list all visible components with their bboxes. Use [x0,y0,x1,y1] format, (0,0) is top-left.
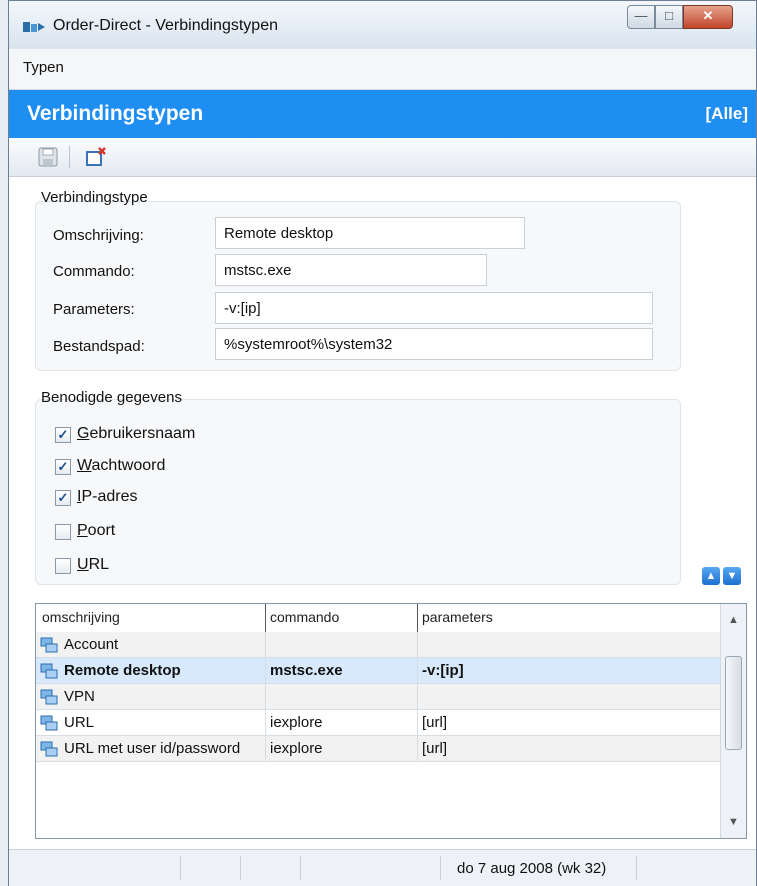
scroll-down-icon[interactable]: ▼ [728,816,739,828]
connection-icon [40,689,58,705]
checkbox-label: URL [77,556,110,573]
cell-parameters: -v:[ip] [422,662,464,679]
connection-icon [40,715,58,731]
toolbar-separator [69,146,70,168]
cell-separator [417,658,418,684]
app-icon [23,22,45,32]
chevron-down-icon[interactable]: ▼ [723,567,741,585]
checkbox-label: Wachtwoord [77,457,166,474]
column-header-parameters[interactable]: parameters [422,609,493,625]
status-pane-divider [439,856,441,880]
cell-separator [417,684,418,710]
new-icon[interactable] [85,146,107,168]
status-bar: do 7 aug 2008 (wk 32) [9,849,756,886]
cell-omschrijving: URL met user id/password [64,740,241,757]
menu-item-typen[interactable]: Typen [23,59,64,76]
cell-omschrijving: VPN [64,688,95,705]
cell-separator [417,736,418,762]
cell-commando: iexplore [270,714,323,731]
table-row[interactable]: URL met user id/password iexplore [url] [36,736,720,762]
cell-omschrijving: URL [64,714,95,731]
connection-icon [40,637,58,653]
close-button[interactable]: ✕ [683,5,733,29]
table-row[interactable]: VPN [36,684,720,710]
status-pane-divider [179,856,181,880]
cell-omschrijving: Account [64,636,119,653]
status-pane-divider [239,856,241,880]
window-title: Order-Direct - Verbindingstypen [53,17,278,34]
filter-label[interactable]: [Alle] [706,104,749,124]
checkbox-box[interactable] [55,558,71,574]
command-label: Commando: [53,263,135,280]
column-header-omschrijving[interactable]: omschrijving [42,609,120,625]
cell-separator [265,658,266,684]
table-row[interactable]: Account [36,632,720,658]
cell-commando: iexplore [270,740,323,757]
connection-types-table: omschrijving commando parameters Account… [35,603,747,839]
cell-parameters: [url] [422,740,448,757]
checkbox-label: Gebruikersnaam [77,425,196,442]
cell-separator [265,710,266,736]
file-path-input[interactable] [215,328,653,360]
chevron-up-icon[interactable]: ▲ [702,567,720,585]
minimize-button[interactable]: — [627,5,655,29]
file-path-label: Bestandspad: [53,338,145,355]
checkbox-box[interactable]: ✓ [55,427,71,443]
connection-icon [40,741,58,757]
column-separator[interactable] [417,604,418,632]
description-input[interactable] [215,217,525,249]
table-header: omschrijving commando parameters [36,604,720,634]
scroll-up-icon[interactable]: ▲ [728,614,739,626]
parameters-label: Parameters: [53,301,135,318]
checkbox-label: IP-adres [77,488,138,505]
checkbox-label: Poort [77,522,116,539]
checkbox-box[interactable] [55,524,71,540]
table-row[interactable]: URL iexplore [url] [36,710,720,736]
connection-type-group-title: Verbindingstype [41,189,148,206]
vertical-scrollbar[interactable]: ▲ ▼ [720,604,746,838]
column-header-commando[interactable]: commando [270,609,339,625]
status-date: do 7 aug 2008 (wk 32) [457,860,607,877]
maximize-button[interactable]: □ [655,5,683,29]
scrollbar-thumb[interactable] [725,656,742,750]
connection-icon [40,663,58,679]
cell-parameters: [url] [422,714,448,731]
parameters-input[interactable] [215,292,653,324]
app-window: Order-Direct - Verbindingstypen — □ ✕ Ty… [8,0,757,886]
command-input[interactable] [215,254,487,286]
checkbox-box[interactable]: ✓ [55,459,71,475]
title-bar[interactable]: Order-Direct - Verbindingstypen — □ ✕ [9,1,756,49]
page-title: Verbindingstypen [27,102,204,125]
menu-bar: Typen [9,49,756,90]
cell-separator [265,736,266,762]
save-icon[interactable] [37,146,59,168]
description-label: Omschrijving: [53,227,144,244]
cell-commando: mstsc.exe [270,662,343,679]
checkbox-box[interactable]: ✓ [55,490,71,506]
toolbar [9,138,756,177]
cell-separator [265,684,266,710]
required-data-group-title: Benodigde gegevens [41,389,182,406]
cell-separator [265,632,266,658]
status-pane-divider [635,856,637,880]
status-pane-divider [299,856,301,880]
column-separator[interactable] [265,604,266,632]
cell-separator [417,710,418,736]
cell-omschrijving: Remote desktop [64,662,181,679]
cell-separator [417,632,418,658]
page-header: Verbindingstypen [Alle] [9,90,756,138]
table-row[interactable]: Remote desktop mstsc.exe -v:[ip] [36,658,720,684]
